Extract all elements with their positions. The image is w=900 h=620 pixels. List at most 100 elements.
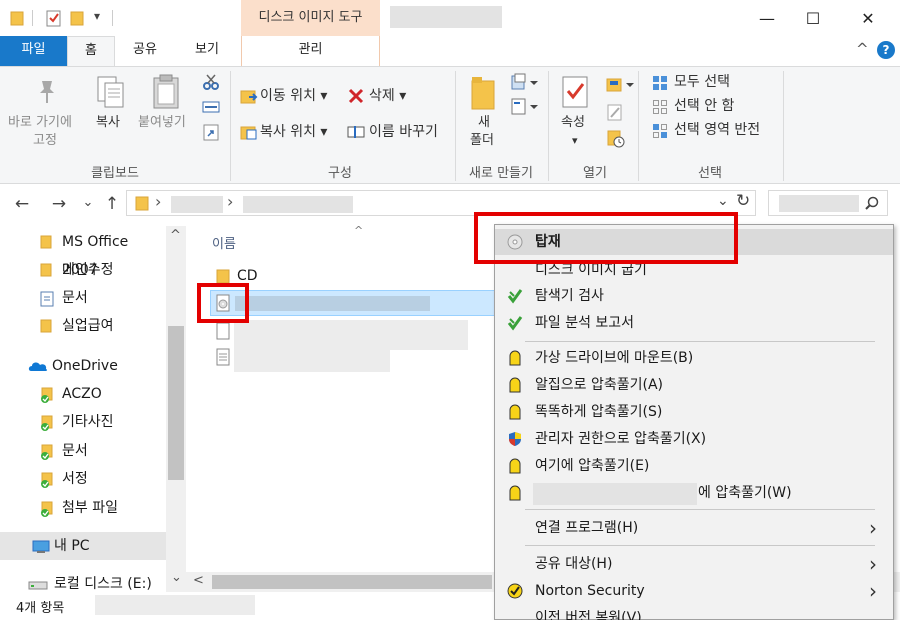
edit-icon[interactable] bbox=[606, 103, 624, 121]
selection-info-redacted bbox=[95, 595, 255, 615]
copy-button[interactable]: 복사 bbox=[96, 115, 120, 131]
nav-scroll-down-icon[interactable]: ⌄ bbox=[171, 570, 182, 585]
forward-button[interactable]: → bbox=[48, 194, 70, 214]
cut-icon[interactable] bbox=[202, 73, 220, 91]
tab-file[interactable]: 파일 bbox=[0, 36, 67, 66]
copy-path-icon[interactable] bbox=[202, 99, 220, 115]
tab-share[interactable]: 공유 bbox=[118, 36, 172, 66]
tab-view[interactable]: 보기 bbox=[178, 36, 236, 66]
menu-item-extract-to-folder[interactable]: 에 압축풀기(W) bbox=[495, 480, 893, 506]
nav-scrollbar-thumb[interactable] bbox=[168, 326, 184, 480]
history-icon[interactable] bbox=[606, 129, 626, 149]
menu-item-norton-security[interactable]: Norton Security › bbox=[495, 578, 893, 604]
tab-manage[interactable]: 관리 bbox=[241, 36, 380, 66]
menu-item-open-with[interactable]: 연결 프로그램(H) › bbox=[495, 515, 893, 541]
new-item-icon[interactable] bbox=[510, 73, 540, 91]
delete-button[interactable]: 삭제 ▾ bbox=[369, 88, 406, 104]
properties-checkmark-icon[interactable] bbox=[46, 9, 62, 27]
breadcrumb-redacted[interactable] bbox=[243, 196, 353, 213]
search-icon[interactable] bbox=[865, 196, 879, 210]
new-folder-icon[interactable] bbox=[70, 10, 84, 26]
nav-item-onedrive[interactable]: OneDrive bbox=[0, 352, 166, 380]
menu-item-alzip-extract[interactable]: 알집으로 압축풀기(A) bbox=[495, 372, 893, 398]
ribbon-separator bbox=[455, 71, 456, 181]
menu-item-restore-previous[interactable]: 이전 버전 복원(V) bbox=[495, 605, 893, 620]
menu-separator bbox=[525, 509, 875, 510]
paste-button[interactable]: 붙여넣기 bbox=[138, 115, 186, 131]
up-button[interactable]: ↑ bbox=[101, 194, 123, 214]
pin-to-quick-access-label[interactable]: 바로 가기에 bbox=[8, 115, 72, 131]
properties-dropdown-icon[interactable]: ▾ bbox=[572, 133, 578, 149]
nav-item-label: 기타사진 bbox=[62, 414, 114, 430]
horizontal-scrollbar-thumb[interactable] bbox=[212, 575, 492, 589]
nav-item-attachments[interactable]: 첨부 파일 bbox=[0, 494, 166, 522]
menu-item-label: Norton Security bbox=[535, 583, 645, 599]
file-row-selected[interactable] bbox=[210, 290, 500, 316]
delete-icon bbox=[348, 88, 364, 104]
open-icon[interactable] bbox=[606, 75, 634, 93]
pin-to-quick-access-label-2[interactable]: 고정 bbox=[33, 133, 57, 149]
menu-item-extract-here[interactable]: 여기에 압축풀기(E) bbox=[495, 453, 893, 479]
breadcrumb-chevron[interactable]: › bbox=[227, 192, 233, 211]
nav-item-unemployment[interactable]: 실업급여 bbox=[0, 312, 166, 340]
tab-home[interactable]: 홈 bbox=[67, 36, 115, 66]
qat-customize-icon[interactable]: ▾ bbox=[94, 9, 100, 23]
highlight-box-mount bbox=[474, 212, 738, 264]
file-row[interactable] bbox=[210, 318, 500, 350]
minimize-button[interactable]: — bbox=[744, 0, 790, 36]
maximize-button[interactable]: ☐ bbox=[790, 0, 836, 36]
nav-item-label: 내 PC bbox=[54, 538, 90, 554]
easy-access-icon[interactable] bbox=[510, 97, 540, 115]
menu-item-admin-extract[interactable]: 관리자 권한으로 압축풀기(X) bbox=[495, 426, 893, 452]
nav-item-aczo[interactable]: ACZO bbox=[0, 380, 166, 408]
close-button[interactable]: ✕ bbox=[845, 0, 891, 36]
breadcrumb-chevron[interactable]: › bbox=[155, 192, 161, 211]
nav-item-this-pc[interactable]: 내 PC bbox=[0, 532, 166, 560]
breadcrumb-redacted[interactable] bbox=[171, 196, 223, 213]
nav-item-main-edit[interactable]: 메인수정 bbox=[0, 256, 166, 284]
menu-item-mount-virtual-drive[interactable]: 가상 드라이브에 마운트(B) bbox=[495, 345, 893, 371]
column-header-name[interactable]: 이름 bbox=[212, 233, 236, 252]
help-icon[interactable]: ? bbox=[877, 41, 895, 59]
qat-divider bbox=[32, 10, 33, 26]
rename-button[interactable]: 이름 바꾸기 bbox=[369, 124, 438, 140]
pin-icon bbox=[34, 77, 60, 105]
ribbon-separator bbox=[783, 71, 784, 181]
menu-item-label: 여기에 압축풀기(E) bbox=[535, 458, 650, 474]
menu-item-smart-extract[interactable]: 똑똑하게 압축풀기(S) bbox=[495, 399, 893, 425]
open-group-label: 열기 bbox=[583, 166, 607, 181]
menu-item-share-with[interactable]: 공유 대상(H) › bbox=[495, 551, 893, 577]
file-row[interactable] bbox=[210, 344, 500, 372]
back-button[interactable]: ← bbox=[11, 194, 33, 214]
scroll-left-icon[interactable]: < bbox=[193, 573, 204, 588]
invert-selection-button[interactable]: 선택 영역 반전 bbox=[674, 122, 760, 138]
nav-item-seojeong[interactable]: 서정 bbox=[0, 465, 166, 493]
new-folder-button-line2[interactable]: 폴더 bbox=[470, 133, 494, 149]
move-to-icon bbox=[240, 87, 258, 105]
refresh-icon[interactable]: ↻ bbox=[736, 191, 750, 211]
ribbon-separator bbox=[230, 71, 231, 181]
recent-locations-button[interactable]: ⌄ bbox=[77, 195, 99, 210]
search-input[interactable] bbox=[768, 190, 888, 216]
onedrive-icon bbox=[28, 360, 48, 372]
menu-item-file-analysis[interactable]: 파일 분석 보고서 bbox=[495, 310, 893, 336]
nav-item-documents[interactable]: 문서 bbox=[0, 284, 166, 312]
select-none-button[interactable]: 선택 안 함 bbox=[674, 98, 734, 114]
paste-shortcut-icon[interactable] bbox=[202, 123, 220, 141]
nav-item-other-photos[interactable]: 기타사진 bbox=[0, 408, 166, 436]
file-row-cd[interactable]: CD bbox=[210, 264, 500, 290]
select-all-button[interactable]: 모두 선택 bbox=[674, 74, 730, 90]
address-dropdown-icon[interactable]: ⌄ bbox=[717, 193, 729, 209]
new-folder-button[interactable]: 새 bbox=[478, 115, 490, 131]
nav-item-onedrive-documents[interactable]: 문서 bbox=[0, 437, 166, 465]
nav-scroll-up-icon[interactable]: ^ bbox=[170, 228, 181, 243]
collapse-ribbon-icon[interactable]: ^ bbox=[856, 40, 869, 58]
properties-button[interactable]: 속성 bbox=[561, 115, 585, 131]
copy-to-button[interactable]: 복사 위치 ▾ bbox=[260, 124, 327, 140]
nav-item-ms-office-2007[interactable]: MS Office 2007 bbox=[0, 228, 166, 278]
move-to-button[interactable]: 이동 위치 ▾ bbox=[260, 88, 327, 104]
menu-item-explorer-scan[interactable]: 탐색기 검사 bbox=[495, 283, 893, 309]
submenu-arrow-icon: › bbox=[869, 516, 877, 540]
folder-icon bbox=[10, 10, 24, 26]
alzip-icon bbox=[507, 377, 523, 393]
